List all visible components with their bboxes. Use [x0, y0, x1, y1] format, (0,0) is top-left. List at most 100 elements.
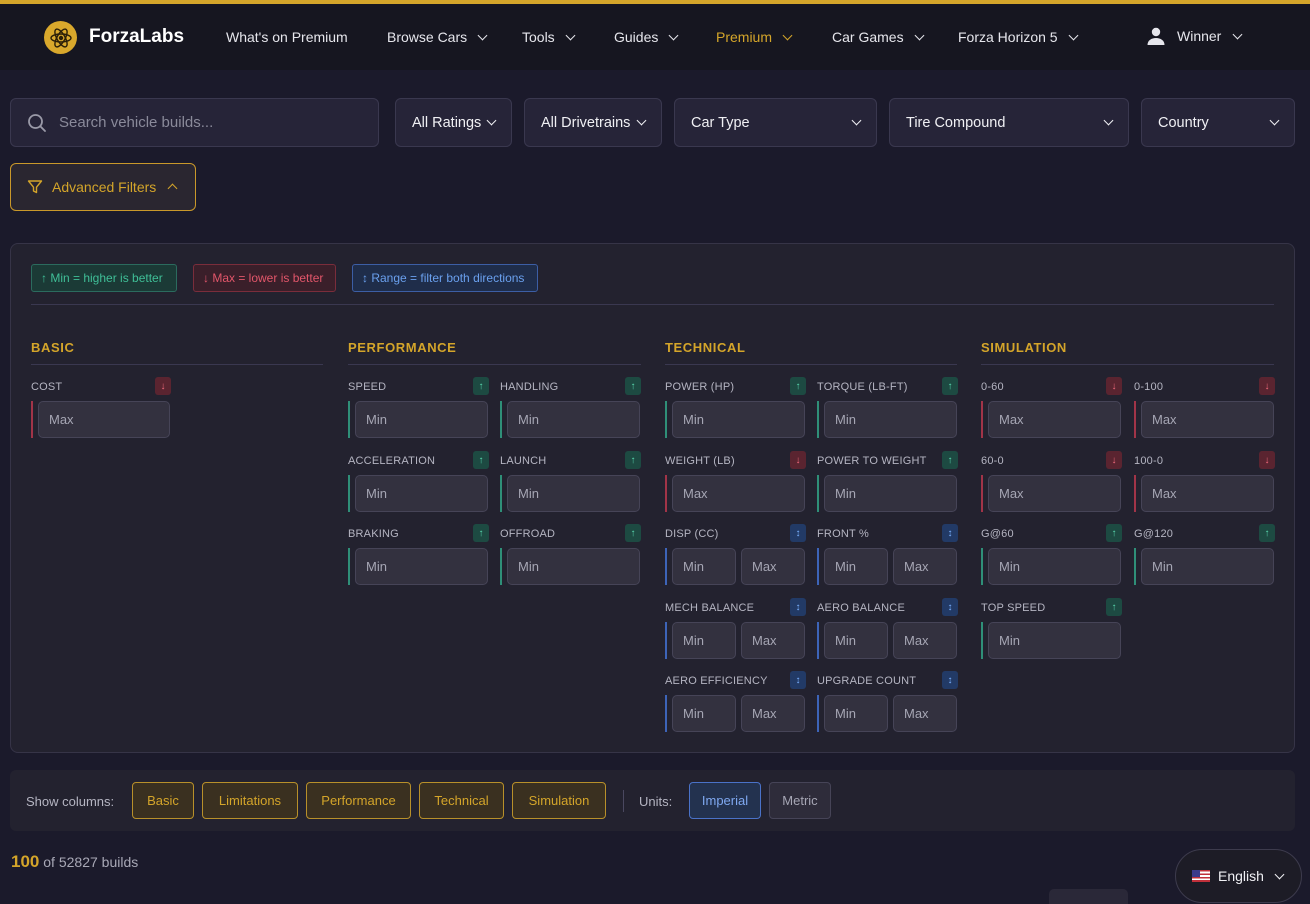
nav-forza-horizon-5[interactable]: Forza Horizon 5: [958, 26, 1079, 48]
max-badge-icon: ↓: [1259, 377, 1275, 395]
g120-min-input[interactable]: Min: [1141, 548, 1274, 585]
filter-icon: [27, 180, 43, 194]
upgrade-min-input[interactable]: Min: [824, 695, 888, 732]
nav-tools[interactable]: Tools: [522, 26, 576, 48]
nav-premium[interactable]: Premium: [716, 26, 793, 48]
front-min-input[interactable]: Min: [824, 548, 888, 585]
car-type-dropdown[interactable]: Car Type: [674, 98, 877, 147]
power-label: POWER (HP): [665, 381, 735, 393]
legend-min: ↑ Min = higher is better: [31, 264, 177, 292]
table-header-control[interactable]: [1049, 889, 1128, 904]
dropdown-value: Car Type: [691, 114, 750, 131]
us-flag-icon: [1192, 870, 1210, 882]
chevron-down-icon: [1068, 30, 1079, 40]
top-label: TOP SPEED: [981, 602, 1046, 614]
max-indicator: [981, 401, 983, 438]
speed-min-input[interactable]: Min: [355, 401, 488, 438]
top-min-input[interactable]: Min: [988, 622, 1121, 659]
column-toggle-simulation[interactable]: Simulation: [512, 782, 606, 819]
min-indicator: [348, 475, 350, 512]
chevron-down-icon: [486, 115, 497, 126]
brand-name[interactable]: ForzaLabs: [89, 26, 184, 48]
z100-max-input[interactable]: Max: [1141, 401, 1274, 438]
upgrade-max-input[interactable]: Max: [893, 695, 957, 732]
s60-max-input[interactable]: Max: [988, 475, 1121, 512]
disp-min-input[interactable]: Min: [672, 548, 736, 585]
column-toggle-basic[interactable]: Basic: [132, 782, 194, 819]
advanced-filters-button[interactable]: Advanced Filters: [10, 163, 196, 211]
nav-guides[interactable]: Guides: [614, 26, 679, 48]
chevron-down-icon: [782, 30, 793, 40]
legend-range: ↕ Range = filter both directions: [352, 264, 538, 292]
weight-max-input[interactable]: Max: [672, 475, 805, 512]
aero_eff-label: AERO EFFICIENCY: [665, 675, 768, 687]
max-indicator: [665, 475, 667, 512]
disp-label: DISP (CC): [665, 528, 719, 540]
min-badge-icon: ↑: [625, 524, 641, 542]
offroad-label: OFFROAD: [500, 528, 556, 540]
country-dropdown[interactable]: Country: [1141, 98, 1295, 147]
max-indicator: [1134, 401, 1136, 438]
dropdown-value: Country: [1158, 114, 1209, 131]
launch-min-input[interactable]: Min: [507, 475, 640, 512]
aero_eff-max-input[interactable]: Max: [741, 695, 805, 732]
search-box: [10, 98, 379, 147]
units-imperial-button[interactable]: Imperial: [689, 782, 761, 819]
drivetrains-dropdown[interactable]: All Drivetrains: [524, 98, 662, 147]
tire-compound-dropdown[interactable]: Tire Compound: [889, 98, 1129, 147]
cost-max-input[interactable]: Max: [38, 401, 170, 438]
aero_eff-min-input[interactable]: Min: [672, 695, 736, 732]
min-indicator: [500, 548, 502, 585]
min-badge-icon: ↑: [942, 451, 958, 469]
column-toggle-performance[interactable]: Performance: [306, 782, 411, 819]
range-indicator: [665, 695, 667, 732]
search-input[interactable]: [59, 114, 359, 131]
s100-max-input[interactable]: Max: [1141, 475, 1274, 512]
acceleration-min-input[interactable]: Min: [355, 475, 488, 512]
chevron-down-icon: [477, 30, 488, 40]
z60-max-input[interactable]: Max: [988, 401, 1121, 438]
handling-min-input[interactable]: Min: [507, 401, 640, 438]
min-indicator: [981, 622, 983, 659]
column-toggle-technical[interactable]: Technical: [419, 782, 504, 819]
disp-max-input[interactable]: Max: [741, 548, 805, 585]
section-divider: [665, 364, 957, 365]
language-selector[interactable]: English: [1175, 849, 1302, 903]
mech-max-input[interactable]: Max: [741, 622, 805, 659]
chevron-down-icon: [668, 30, 679, 40]
front-label: FRONT %: [817, 528, 869, 540]
divider: [31, 304, 1274, 305]
min-indicator: [500, 401, 502, 438]
search-icon: [28, 114, 46, 132]
nav-whats-on-premium[interactable]: What's on Premium: [226, 26, 348, 48]
ratings-dropdown[interactable]: All Ratings: [395, 98, 512, 147]
forzalabs-logo-icon[interactable]: [44, 21, 77, 54]
torque-min-input[interactable]: Min: [824, 401, 957, 438]
column-toggle-limitations[interactable]: Limitations: [202, 782, 298, 819]
units-metric-button[interactable]: Metric: [769, 782, 831, 819]
braking-min-input[interactable]: Min: [355, 548, 488, 585]
min-badge-icon: ↑: [625, 377, 641, 395]
dropdown-value: All Ratings: [412, 114, 482, 131]
mech-min-input[interactable]: Min: [672, 622, 736, 659]
nav-browse-cars[interactable]: Browse Cars: [387, 26, 488, 48]
braking-label: BRAKING: [348, 528, 399, 540]
user-name: Winner: [1177, 28, 1222, 44]
dropdown-value: All Drivetrains: [541, 114, 631, 131]
chevron-down-icon: [1269, 115, 1280, 126]
ptw-label: POWER TO WEIGHT: [817, 455, 927, 467]
nav-car-games[interactable]: Car Games: [832, 26, 925, 48]
chevron-down-icon: [1103, 115, 1114, 126]
chevron-down-icon: [1232, 29, 1243, 39]
ptw-min-input[interactable]: Min: [824, 475, 957, 512]
offroad-min-input[interactable]: Min: [507, 548, 640, 585]
max-indicator: [31, 401, 33, 438]
range-badge-icon: ↕: [790, 524, 806, 542]
front-max-input[interactable]: Max: [893, 548, 957, 585]
aero_bal-min-input[interactable]: Min: [824, 622, 888, 659]
g60-min-input[interactable]: Min: [988, 548, 1121, 585]
aero_bal-max-input[interactable]: Max: [893, 622, 957, 659]
min-badge-icon: ↑: [942, 377, 958, 395]
power-min-input[interactable]: Min: [672, 401, 805, 438]
user-menu[interactable]: Winner: [1146, 26, 1243, 46]
